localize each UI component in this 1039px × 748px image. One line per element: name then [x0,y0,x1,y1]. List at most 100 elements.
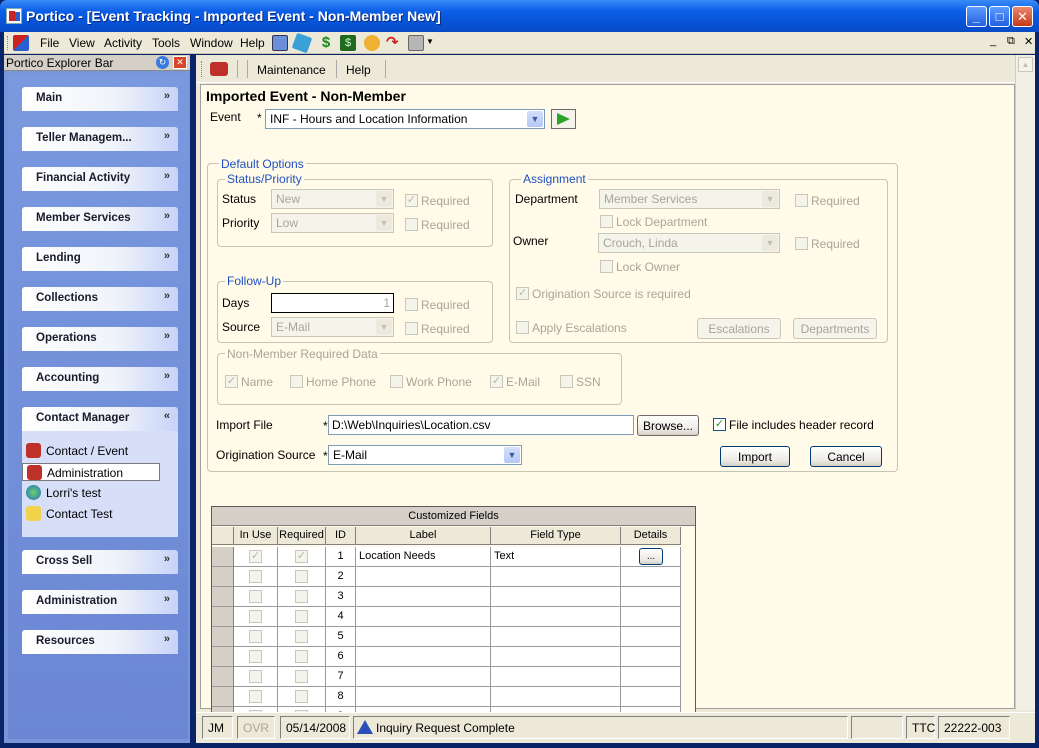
source-required-checkbox[interactable] [405,322,418,335]
item-contact-event[interactable]: Contact / Event [22,442,160,460]
required-checkbox[interactable] [295,630,308,643]
card-icon[interactable] [291,32,313,54]
field-type-cell[interactable] [491,667,621,687]
event-select[interactable]: INF - Hours and Location Information ▼ [265,109,545,129]
import-file-input[interactable]: D:\Web\Inquiries\Location.csv [328,415,634,435]
group-contact-manager[interactable]: Contact Manager « [22,407,178,431]
in-use-checkbox[interactable] [249,570,262,583]
portico-icon[interactable] [13,35,29,51]
required-checkbox[interactable] [295,690,308,703]
table-row[interactable]: 7 [212,667,681,687]
grid-header-in-use[interactable]: In Use [234,527,278,545]
redo-arrow-icon[interactable]: ↷ [386,35,402,51]
group-resources[interactable]: Resources » [22,630,178,654]
mdi-restore-button[interactable]: ⧉ [1007,35,1015,48]
details-button[interactable]: ... [639,548,663,565]
row-selector[interactable] [212,547,234,567]
in-use-checkbox[interactable] [249,670,262,683]
table-row[interactable]: 8 [212,687,681,707]
required-checkbox[interactable] [295,650,308,663]
department-required-checkbox[interactable] [795,194,808,207]
field-type-cell[interactable]: Text [491,547,621,567]
days-required-checkbox[interactable] [405,298,418,311]
in-use-checkbox[interactable] [249,650,262,663]
dollar-icon[interactable]: $ [318,35,334,51]
row-selector[interactable] [212,567,234,587]
field-type-cell[interactable] [491,587,621,607]
table-row[interactable]: 5 [212,627,681,647]
nm-work-checkbox[interactable] [390,375,403,388]
nm-email-checkbox[interactable]: ✓ [490,375,503,388]
required-checkbox[interactable] [295,570,308,583]
menu-activity[interactable]: Activity [104,36,142,50]
cancel-button[interactable]: Cancel [810,446,882,467]
status-select[interactable]: New ▼ [271,189,394,209]
days-input[interactable]: 1 [271,293,394,313]
owner-select[interactable]: Crouch, Linda ▼ [598,233,780,253]
required-checkbox[interactable]: ✓ [295,550,308,563]
dropdown-arrow-icon[interactable]: ▼ [426,37,434,46]
group-main[interactable]: Main » [22,87,178,111]
in-use-checkbox[interactable] [249,590,262,603]
group-member-services[interactable]: Member Services » [22,207,178,231]
grid-header-label[interactable]: Label [356,527,491,545]
phone-icon[interactable] [210,62,228,76]
row-selector[interactable] [212,667,234,687]
label-cell[interactable] [356,687,491,707]
apply-escalations-checkbox[interactable] [516,321,529,334]
table-row[interactable]: 2 [212,567,681,587]
group-teller-management[interactable]: Teller Managem... » [22,127,178,151]
menu-help[interactable]: Help [240,36,265,50]
item-administration[interactable]: Administration [22,463,160,481]
people-icon[interactable] [272,35,288,51]
table-row[interactable]: 4 [212,607,681,627]
browse-button[interactable]: Browse... [637,415,699,436]
priority-select[interactable]: Low ▼ [271,213,394,233]
table-row[interactable]: ✓ ✓ 1 Location Needs Text... [212,547,681,567]
close-button[interactable]: ✕ [1012,6,1033,27]
in-use-checkbox[interactable] [249,690,262,703]
label-cell[interactable] [356,647,491,667]
label-cell[interactable] [356,607,491,627]
department-select[interactable]: Member Services ▼ [599,189,780,209]
nm-ssn-checkbox[interactable] [560,375,573,388]
lock-owner-checkbox[interactable] [600,260,613,273]
grid-header-id[interactable]: ID [326,527,356,545]
origination-required-checkbox[interactable]: ✓ [516,287,529,300]
grid-header-details[interactable]: Details [621,527,681,545]
priority-required-checkbox[interactable] [405,218,418,231]
group-administration[interactable]: Administration » [22,590,178,614]
menu-view[interactable]: View [69,36,95,50]
menu-window[interactable]: Window [190,36,233,50]
mdi-close-button[interactable]: ✕ [1024,35,1033,48]
escalations-button[interactable]: Escalations [697,318,781,339]
field-type-cell[interactable] [491,607,621,627]
menu-maintenance[interactable]: Maintenance [257,63,326,77]
label-cell[interactable] [356,587,491,607]
item-contact-test[interactable]: Contact Test [22,505,160,523]
row-selector[interactable] [212,627,234,647]
menu-help-sub[interactable]: Help [346,63,371,77]
mdi-minimize-button[interactable]: _ [990,35,996,47]
nm-name-checkbox[interactable]: ✓ [225,375,238,388]
row-selector[interactable] [212,607,234,627]
field-type-cell[interactable] [491,647,621,667]
required-checkbox[interactable] [295,610,308,623]
scroll-up-icon[interactable]: ▲ [1018,57,1033,72]
vertical-scrollbar[interactable]: ▲ [1015,55,1035,710]
group-accounting[interactable]: Accounting » [22,367,178,391]
owner-required-checkbox[interactable] [795,237,808,250]
table-row[interactable]: 6 [212,647,681,667]
pin-icon[interactable]: ↻ [156,56,169,69]
group-cross-sell[interactable]: Cross Sell » [22,550,178,574]
menu-tools[interactable]: Tools [152,36,180,50]
group-lending[interactable]: Lending » [22,247,178,271]
money-icon[interactable]: $ [340,35,356,51]
group-financial-activity[interactable]: Financial Activity » [22,167,178,191]
orig-source-select[interactable]: E-Mail ▼ [328,445,522,465]
group-collections[interactable]: Collections » [22,287,178,311]
grid-header-required[interactable]: Required [278,527,326,545]
label-cell[interactable]: Location Needs [356,547,491,567]
source-select[interactable]: E-Mail ▼ [271,317,394,337]
required-checkbox[interactable] [295,670,308,683]
